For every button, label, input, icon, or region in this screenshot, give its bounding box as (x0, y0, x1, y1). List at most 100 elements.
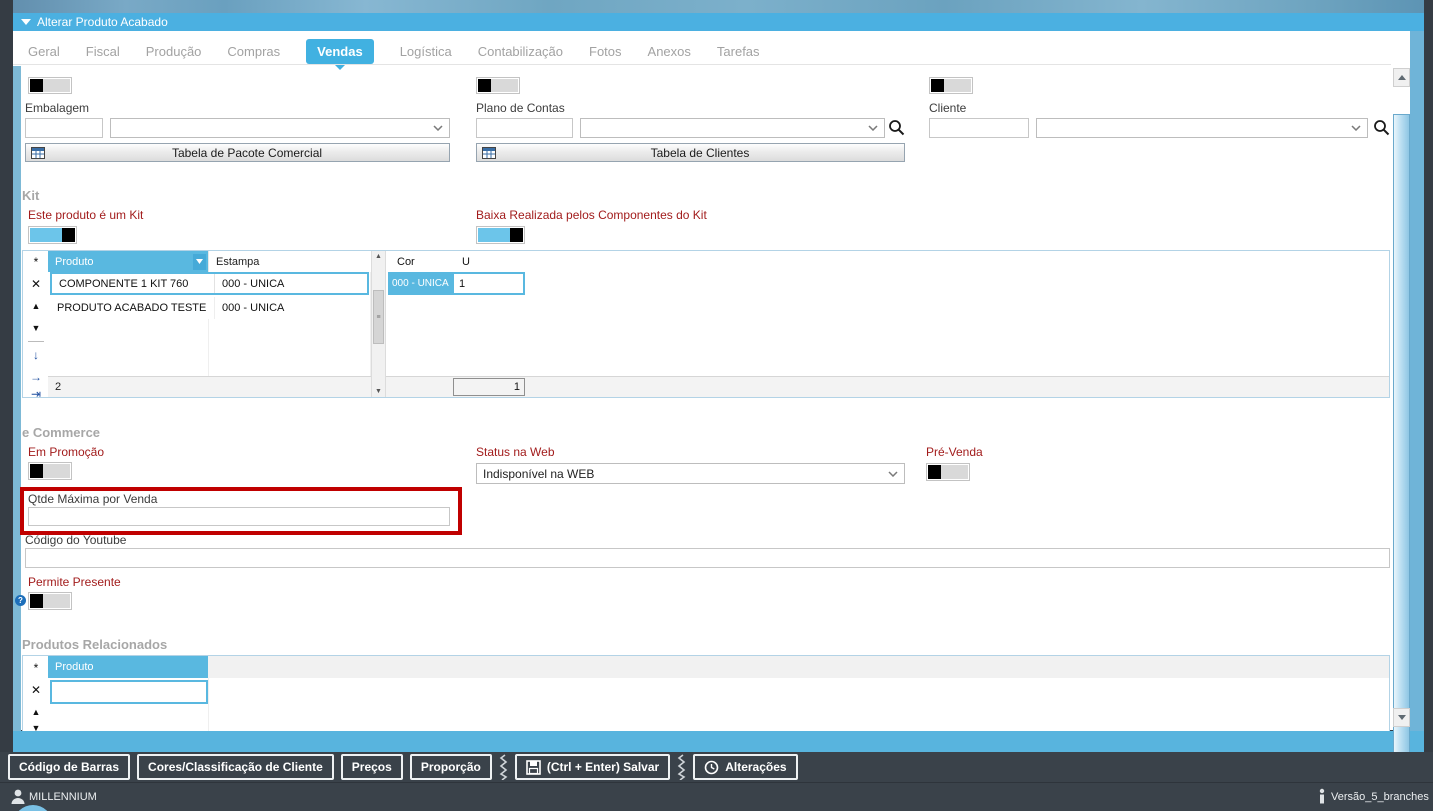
cores-classificacao-button[interactable]: Cores/Classificação de Cliente (137, 754, 334, 780)
row-count: 2 (55, 381, 61, 393)
permite-presente-label: Permite Presente (28, 575, 121, 589)
pre-venda-toggle[interactable] (926, 463, 970, 481)
alteracoes-button[interactable]: Alterações (693, 754, 797, 780)
tab-geral[interactable]: Geral (28, 44, 60, 59)
chevron-down-icon (868, 125, 878, 131)
grid-delete-row-button[interactable]: ✕ (24, 273, 48, 295)
is-kit-toggle[interactable] (28, 226, 77, 244)
embalagem-code-input[interactable] (25, 118, 103, 138)
baixa-toggle[interactable] (476, 226, 525, 244)
tab-fiscal[interactable]: Fiscal (86, 44, 120, 59)
em-promocao-toggle[interactable] (28, 462, 72, 480)
plano-contas-code-input[interactable] (476, 118, 573, 138)
tab-divider (13, 64, 1391, 65)
kit-grid-toolbar: * ✕ ▲ ▼ ↓ → ⇥ (24, 251, 48, 400)
tab-contabilizacao[interactable]: Contabilização (478, 44, 563, 59)
kit-section-title: Kit (22, 188, 39, 203)
sort-dropdown-icon[interactable] (193, 254, 206, 270)
tab-tarefas[interactable]: Tarefas (717, 44, 760, 59)
help-icon[interactable]: ? (15, 595, 26, 606)
app-window: Alterar Produto Acabado Geral Fiscal Pro… (0, 0, 1433, 811)
youtube-input[interactable] (25, 548, 1390, 568)
tabela-clientes-button[interactable]: Tabela de Clientes (476, 143, 905, 162)
kit-grid2-header-u[interactable]: U (455, 251, 515, 272)
kit-grid-scrollbar[interactable]: ▲ ≡ ▼ (371, 251, 386, 397)
history-clock-icon (704, 760, 719, 775)
codigo-barras-button[interactable]: Código de Barras (8, 754, 130, 780)
table-icon (31, 147, 45, 159)
partial-toggle-1[interactable] (28, 77, 72, 94)
status-web-label: Status na Web (476, 445, 555, 459)
cliente-label: Cliente (929, 101, 966, 115)
pre-venda-label: Pré-Venda (926, 445, 983, 459)
embalagem-select[interactable] (110, 118, 450, 138)
status-bar: MILLENNIUM Versão_5_branches (0, 782, 1433, 811)
main-scrollbar[interactable] (1391, 66, 1410, 730)
grid-move-up-button[interactable]: ▲ (24, 295, 48, 317)
partial-toggle-2[interactable] (476, 77, 520, 94)
ecommerce-section-title: e Commerce (22, 425, 100, 440)
kit-grid-footer: 2 (48, 376, 371, 397)
tabela-pacote-label: Tabela de Pacote Comercial (45, 146, 449, 160)
cell-produto[interactable]: COMPONENTE 1 KIT 760 (52, 274, 215, 293)
scroll-up-button[interactable] (1393, 68, 1410, 87)
cell-cor-selected[interactable]: 000 - UNICA (388, 272, 452, 295)
related-grid-header-produto[interactable]: Produto (48, 656, 208, 678)
tabela-pacote-button[interactable]: Tabela de Pacote Comercial (25, 143, 450, 162)
tab-fotos[interactable]: Fotos (589, 44, 622, 59)
salvar-button[interactable]: (Ctrl + Enter) Salvar (515, 754, 670, 780)
tab-vendas[interactable]: Vendas (306, 39, 374, 64)
kit-grid2-header-cor[interactable]: Cor (390, 251, 450, 272)
kit-grid-header-estampa[interactable]: Estampa (208, 251, 371, 272)
tab-compras[interactable]: Compras (227, 44, 280, 59)
grid-new-row-button[interactable]: * (24, 251, 48, 273)
search-icon[interactable] (1373, 119, 1391, 137)
tab-anexos[interactable]: Anexos (648, 44, 691, 59)
qtde-maxima-input[interactable] (28, 507, 450, 526)
grid-move-up-button[interactable]: ▲ (24, 701, 48, 723)
qtde-maxima-label: Qtde Máxima por Venda (28, 492, 157, 506)
tab-logistica[interactable]: Logística (400, 44, 452, 59)
kit-grid-row[interactable]: PRODUTO ACABADO TESTE 000 - UNICA (50, 297, 369, 319)
grid-delete-row-button[interactable]: ✕ (24, 679, 48, 701)
grid-move-down-button[interactable]: ▼ (24, 317, 48, 339)
zigzag-separator (499, 754, 508, 780)
cliente-code-input[interactable] (929, 118, 1029, 138)
proporcao-button[interactable]: Proporção (410, 754, 492, 780)
scrollbar-thumb[interactable]: ≡ (373, 290, 384, 344)
status-version: Versão_5_branches (1331, 791, 1429, 803)
grid-next-button[interactable]: → (24, 366, 48, 388)
scroll-down-button[interactable] (1393, 708, 1410, 727)
table-icon (482, 147, 496, 159)
status-user: MILLENNIUM (29, 791, 97, 803)
caret-down-icon[interactable] (21, 19, 31, 25)
plano-contas-label: Plano de Contas (476, 101, 565, 115)
cell-u-selected[interactable]: 1 (452, 272, 525, 295)
cell-produto[interactable]: PRODUTO ACABADO TESTE (50, 297, 215, 319)
permite-presente-toggle[interactable] (28, 592, 72, 610)
scrollbar-thumb[interactable] (1393, 114, 1410, 766)
top-background-band (13, 0, 1424, 13)
plano-contas-select[interactable] (580, 118, 885, 138)
precos-button[interactable]: Preços (341, 754, 403, 780)
partial-toggle-3[interactable] (929, 77, 973, 94)
tab-producao[interactable]: Produção (146, 44, 202, 59)
related-grid-empty-cell[interactable] (50, 680, 208, 704)
info-icon (1318, 788, 1326, 804)
save-icon (526, 760, 541, 775)
grid-insert-button[interactable]: ↓ (24, 344, 48, 366)
related-section-title: Produtos Relacionados (22, 637, 167, 652)
cell-estampa[interactable]: 000 - UNICA (215, 297, 369, 319)
kit-grid-header-produto[interactable]: Produto (48, 251, 208, 272)
kit-grid-row-selected[interactable]: COMPONENTE 1 KIT 760 000 - UNICA (50, 272, 369, 295)
grid-new-row-button[interactable]: * (24, 657, 48, 679)
grid-tab-button[interactable]: ⇥ (24, 388, 48, 400)
bottom-border-band (13, 731, 1424, 752)
status-web-select[interactable]: Indisponível na WEB (476, 463, 905, 484)
status-web-value: Indisponível na WEB (483, 467, 594, 481)
cell-estampa[interactable]: 000 - UNICA (215, 274, 367, 293)
scroll-up-icon[interactable]: ▲ (372, 251, 385, 262)
cliente-select[interactable] (1036, 118, 1368, 138)
search-icon[interactable] (888, 119, 906, 137)
scroll-down-icon[interactable]: ▼ (372, 388, 385, 395)
